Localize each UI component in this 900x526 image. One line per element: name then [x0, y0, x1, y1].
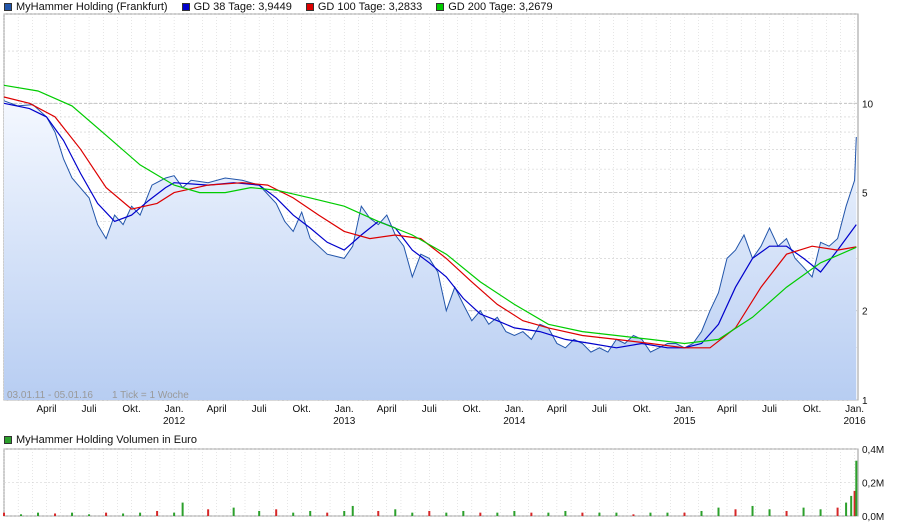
volume-bar [751, 505, 754, 516]
x-tick-label: Okt. [463, 404, 481, 415]
volume-bar [496, 512, 499, 516]
volume-bar [513, 510, 516, 516]
volume-bar [564, 510, 567, 516]
x-tick-year-label: 2012 [163, 416, 186, 427]
volume-bar [105, 512, 108, 516]
volume-bar [428, 510, 431, 516]
x-tick-year-label: 2013 [333, 416, 356, 427]
stock-chart: April Juli Okt. Jan.2012April Juli Okt. Jan.20… [3, 13, 884, 523]
x-tick-year-label: 2015 [673, 416, 696, 427]
volume-bar [54, 513, 57, 516]
x-tick-label: April [717, 404, 737, 415]
volume-bar [343, 510, 346, 516]
volume-bar [845, 502, 848, 516]
volume-bar [411, 512, 414, 516]
volume-bar [394, 509, 397, 516]
volume-bar [850, 495, 853, 516]
y-tick-label: 10 [862, 99, 874, 110]
volume-bar [785, 510, 788, 516]
volume-bar [232, 507, 235, 516]
volume-bar [666, 512, 669, 516]
x-tick-label: Jan. [335, 404, 354, 415]
volume-bar [632, 514, 635, 516]
volume-bar [139, 512, 142, 516]
volume-bar [275, 509, 278, 516]
x-tick-label: Jan. [675, 404, 694, 415]
volume-bar [836, 507, 839, 516]
volume-y-tick-label: 0,4M [862, 445, 884, 456]
volume-y-tick-label: 0,2M [862, 479, 884, 490]
x-tick-label: Jan. [165, 404, 184, 415]
volume-bar [326, 512, 329, 516]
volume-bar [462, 510, 465, 516]
volume-bar [734, 509, 737, 516]
x-tick-label: Okt. [122, 404, 140, 415]
y-tick-label: 2 [862, 307, 868, 318]
volume-bar [700, 510, 703, 516]
tick-interval-label: 1 Tick = 1 Woche [112, 390, 189, 401]
volume-bar [71, 512, 74, 516]
volume-axes: 0,4M 0,2M 0,0M [862, 445, 884, 523]
volume-grid [3, 448, 859, 517]
volume-bar [88, 514, 91, 516]
volume-bar [377, 510, 380, 516]
volume-bar [258, 510, 261, 516]
y-tick-label: 1 [862, 396, 868, 407]
volume-bar [207, 509, 210, 516]
volume-bar [855, 460, 858, 516]
x-tick-label: April [37, 404, 57, 415]
x-tick-label: April [547, 404, 567, 415]
x-tick-label: April [207, 404, 227, 415]
volume-bar [181, 502, 184, 516]
x-tick-year-label: 2016 [843, 416, 866, 427]
volume-bar [581, 512, 584, 516]
x-tick-label: Okt. [803, 404, 821, 415]
volume-bar [309, 510, 312, 516]
x-tick-label: Juli [762, 404, 777, 415]
x-tick-label: Juli [592, 404, 607, 415]
x-tick-label: Jan. [505, 404, 524, 415]
volume-bar [530, 512, 533, 516]
volume-bar [445, 512, 448, 516]
y-tick-label: 5 [862, 189, 868, 200]
volume-bar [649, 512, 652, 516]
volume-bar [853, 490, 856, 516]
volume-bar [768, 509, 771, 516]
volume-bar [479, 512, 482, 516]
volume-bar [3, 512, 5, 516]
volume-bar [156, 510, 159, 516]
volume-bar [122, 513, 125, 516]
x-tick-label: Juli [82, 404, 97, 415]
volume-bar [717, 507, 720, 516]
volume-bar [351, 505, 354, 516]
x-tick-year-label: 2014 [503, 416, 526, 427]
x-tick-label: Juli [422, 404, 437, 415]
volume-bar [173, 512, 176, 516]
date-range-label: 03.01.11 - 05.01.16 [7, 390, 93, 401]
volume-bar [292, 512, 295, 516]
volume-bar [598, 512, 601, 516]
volume-bar [20, 514, 23, 516]
volume-bar [37, 512, 40, 516]
x-tick-label: Okt. [293, 404, 311, 415]
x-tick-label: Okt. [633, 404, 651, 415]
volume-bar [802, 507, 805, 516]
volume-bar [547, 512, 550, 516]
volume-bar [819, 509, 822, 516]
x-tick-label: Juli [252, 404, 267, 415]
x-tick-label: April [377, 404, 397, 415]
volume-bar [683, 512, 686, 516]
volume-y-tick-label: 0,0M [862, 512, 884, 523]
volume-bar [615, 512, 618, 516]
